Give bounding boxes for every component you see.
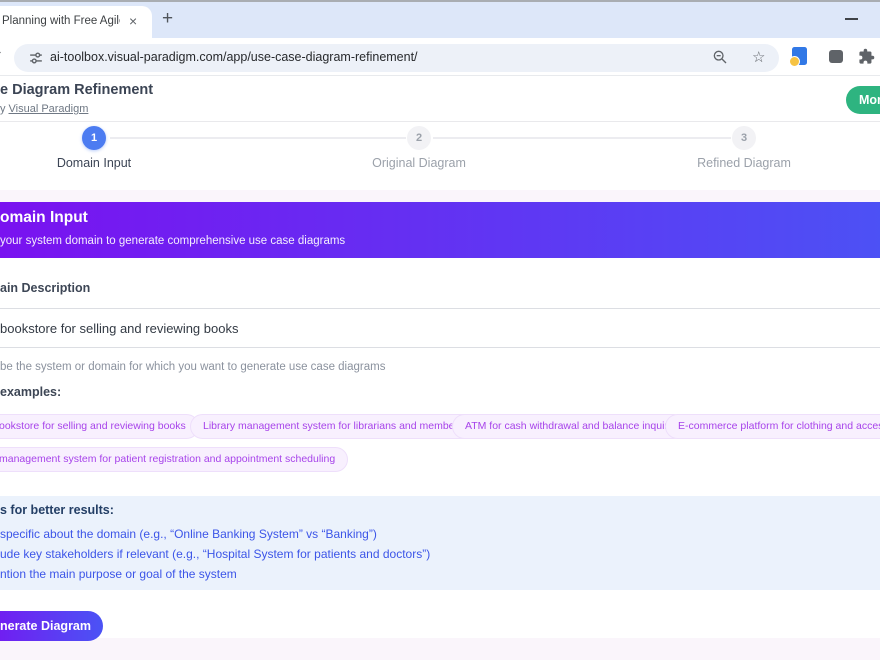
example-pill-library[interactable]: Library management system for librarians…: [190, 414, 476, 439]
step-circle-refined-diagram: 3: [732, 126, 756, 150]
tips-title: s for better results:: [0, 503, 114, 517]
extension-icon[interactable]: [829, 50, 843, 63]
minimize-button[interactable]: [845, 18, 858, 20]
banner-title: omain Input: [0, 209, 88, 227]
new-tab-button[interactable]: +: [162, 8, 173, 30]
example-pill-ecommerce[interactable]: E-commerce platform for clothing and acc…: [665, 414, 880, 439]
helper-text: be the system or domain for which you wa…: [0, 361, 385, 373]
step-circle-domain-input: 1: [82, 126, 106, 150]
extensions-puzzle-icon[interactable]: [858, 48, 875, 65]
more-button[interactable]: More: [846, 86, 880, 114]
url-text: ai-toolbox.visual-paradigm.com/app/use-c…: [50, 50, 418, 64]
banner-subtitle: your system domain to generate comprehen…: [0, 235, 345, 247]
tab-title: Planning with Free Agile D: [2, 15, 120, 27]
step-connector-2: [433, 137, 731, 139]
browser-window: Planning with Free Agile D × + ⟳ ai-tool…: [0, 0, 880, 660]
tip-item-2: ude key stakeholders if relevant (e.g., …: [0, 547, 430, 561]
example-pill-hospital[interactable]: management system for patient registrati…: [0, 447, 348, 472]
tip-item-1: specific about the domain (e.g., “Online…: [0, 527, 377, 541]
browser-tab[interactable]: Planning with Free Agile D ×: [0, 6, 152, 38]
bookmark-star-icon[interactable]: ☆: [752, 48, 765, 66]
reload-icon[interactable]: ⟳: [0, 45, 1, 65]
example-pill-bookstore[interactable]: ookstore for selling and reviewing books: [0, 414, 199, 439]
step-connector-1: [110, 137, 406, 139]
step-circle-original-diagram: 2: [407, 126, 431, 150]
docs-extension-icon[interactable]: [792, 47, 807, 65]
step-label-domain-input: Domain Input: [40, 156, 148, 170]
site-settings-icon[interactable]: [29, 51, 43, 65]
tab-close-icon[interactable]: ×: [129, 13, 137, 29]
byline-prefix: y: [0, 103, 6, 115]
byline: yVisual Paradigm: [0, 103, 88, 115]
step-label-original-diagram: Original Diagram: [344, 156, 494, 170]
generate-diagram-button[interactable]: nerate Diagram: [0, 611, 103, 641]
example-pill-atm[interactable]: ATM for cash withdrawal and balance inqu…: [452, 414, 686, 439]
tip-item-3: ntion the main purpose or goal of the sy…: [0, 567, 237, 581]
quick-examples-label: examples:: [0, 385, 61, 399]
section-banner: [0, 202, 880, 258]
domain-description-value: bookstore for selling and reviewing book…: [0, 321, 238, 336]
visual-paradigm-link[interactable]: Visual Paradigm: [9, 103, 89, 115]
domain-description-label: ain Description: [0, 281, 90, 295]
page-title: e Diagram Refinement: [0, 82, 153, 98]
zoom-out-icon[interactable]: [712, 49, 728, 65]
step-label-refined-diagram: Refined Diagram: [669, 156, 819, 170]
